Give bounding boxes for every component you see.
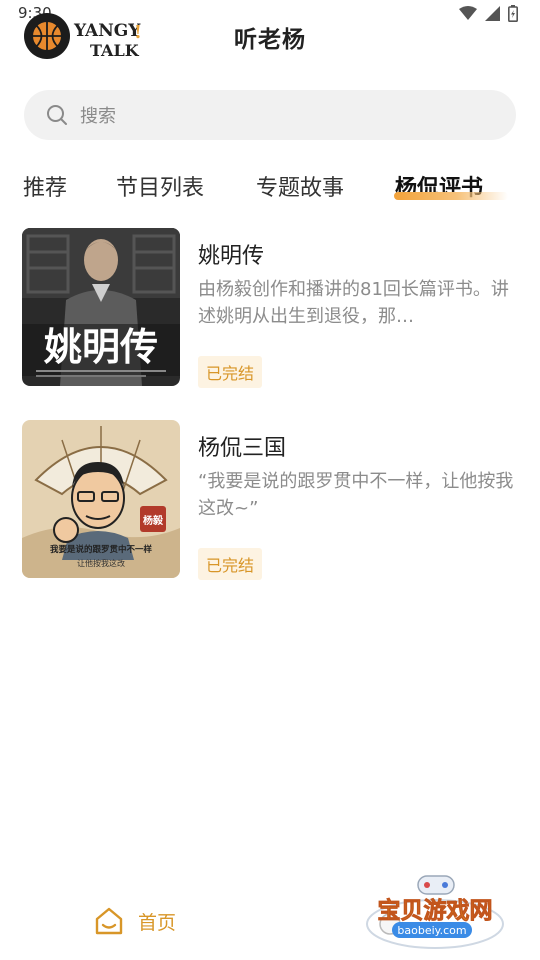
item-description: “我要是说的跟罗贯中不一样，让他按我这改~” [198,471,514,519]
list-item[interactable]: 姚明传 姚明传 由杨毅创作和播讲的81回长篇评书。讲述姚明从出生到退役，那… 已… [22,228,518,388]
list-item[interactable]: 杨毅 我要是说的跟罗贯中不一样 让他按我这改 杨侃三国 “我要是说的跟罗贯中不一… [22,420,518,580]
nav-home-label: 首页 [138,911,177,934]
tab-topic-stories[interactable]: 专题故事 [256,170,344,202]
cover-image: 杨毅 我要是说的跟罗贯中不一样 让他按我这改 [22,420,180,578]
nav-home[interactable]: 首页 [94,906,176,936]
watermark-title: 宝贝游戏网 [378,897,493,924]
tab-program-list[interactable]: 节目列表 [116,170,204,202]
cover-seal: 杨毅 [143,514,164,527]
active-tab-indicator [394,192,508,200]
search-icon [47,105,67,125]
item-title: 姚明传 [198,244,265,269]
cover-caption-2: 让他按我这改 [77,558,125,568]
page-title: 听老杨 [234,27,306,53]
item-title: 杨侃三国 [198,436,287,461]
category-tabs: 推荐 节目列表 专题故事 杨侃评书 [0,164,540,208]
cover-caption-1: 我要是说的跟罗贯中不一样 [50,544,153,555]
app-header: YANGY ! TALK 听老杨 [0,0,540,76]
cover-title: 姚明传 [43,325,158,369]
watermark-logo: 宝贝游戏网 baobeiy.com [360,868,510,956]
cover-image: 姚明传 [22,228,180,386]
search-bar[interactable]: 搜索 [24,90,516,140]
search-placeholder: 搜索 [80,106,116,127]
home-icon [95,907,123,935]
status-badge: 已完结 [198,356,263,388]
item-description: 由杨毅创作和播讲的81回长篇评书。讲述姚明从出生到退役，那… [198,279,509,327]
watermark-url: baobeiy.com [397,924,466,937]
tab-recommend[interactable]: 推荐 [23,170,67,202]
status-badge: 已完结 [198,548,263,580]
